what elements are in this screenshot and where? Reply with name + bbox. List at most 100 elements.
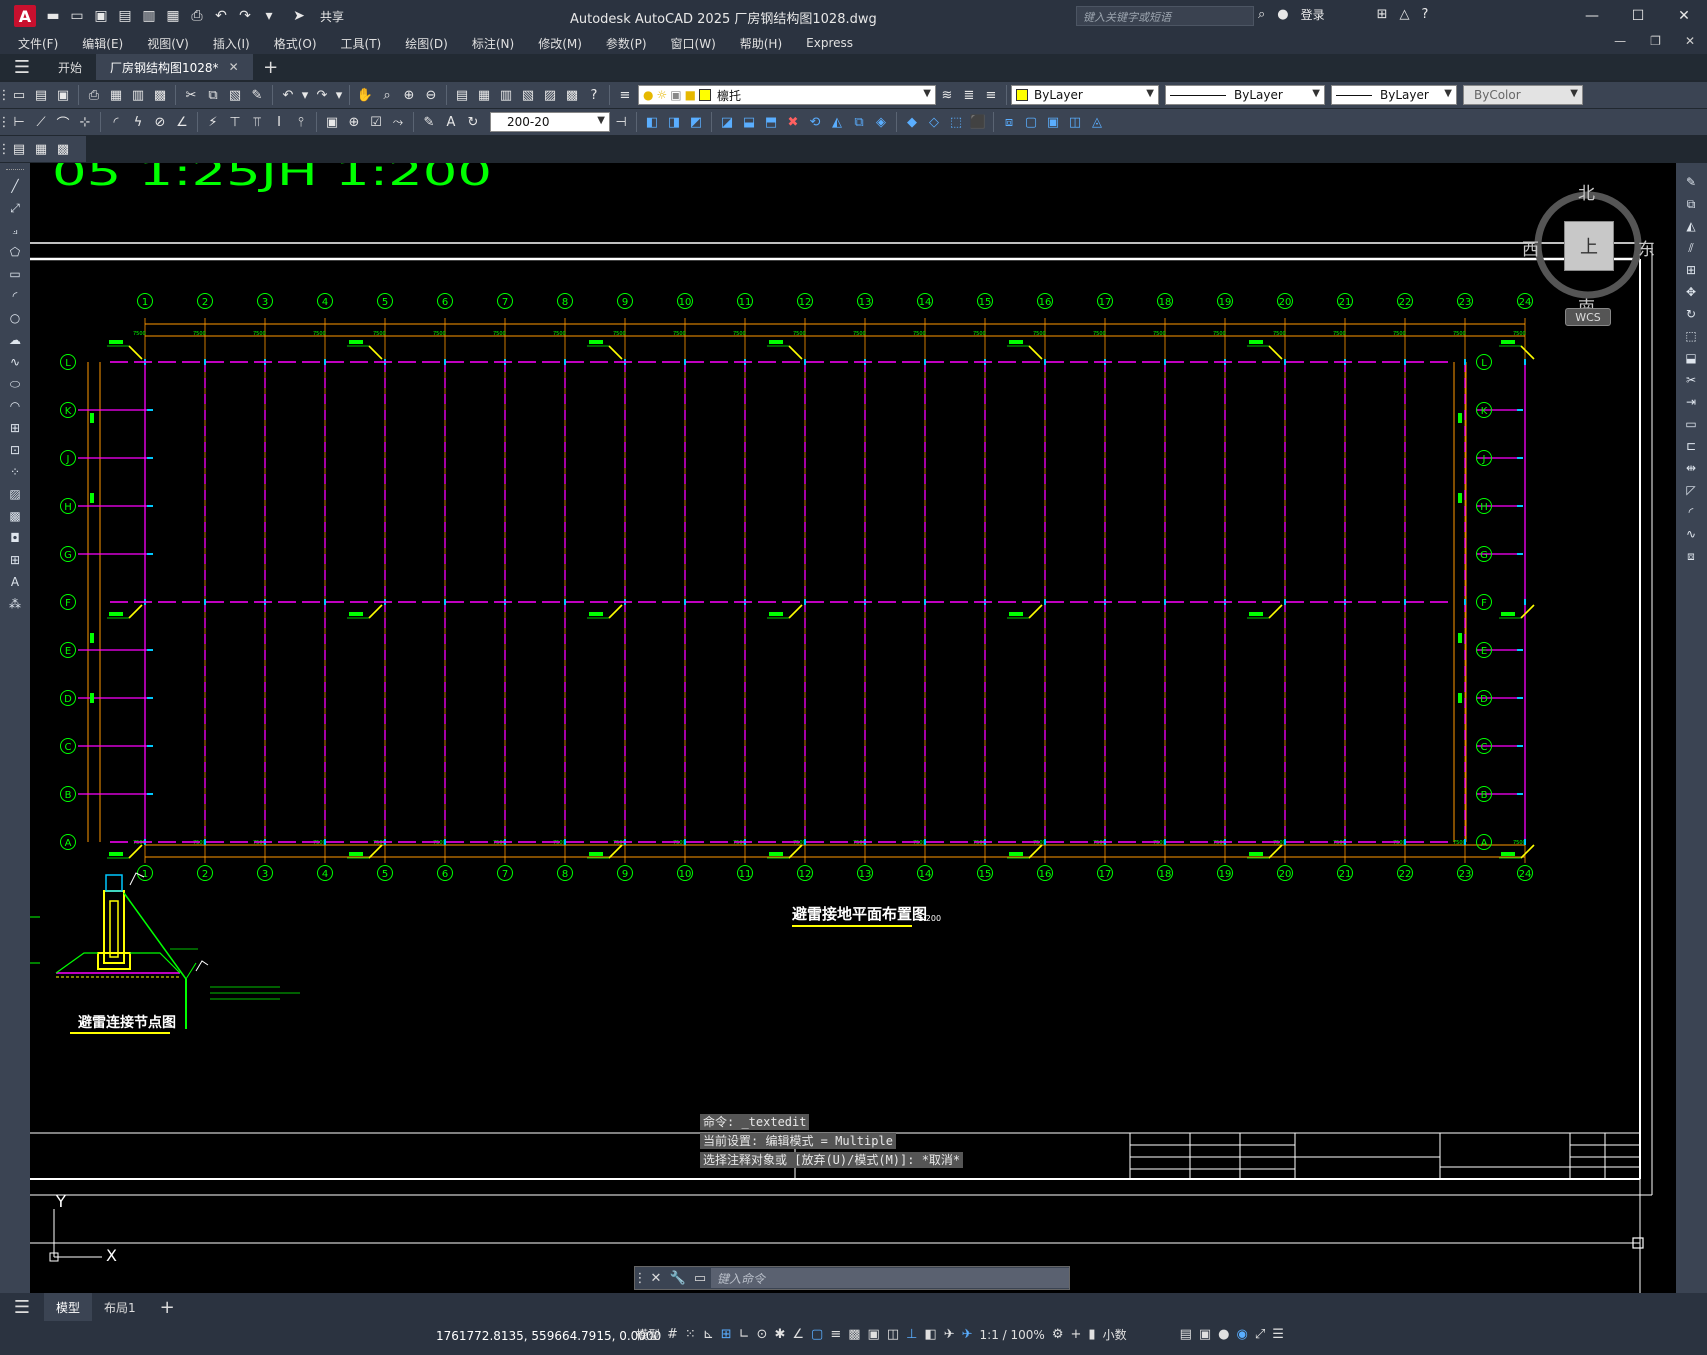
tab-document[interactable]: 厂房钢结构图1028* ✕: [96, 54, 253, 80]
ortho-icon[interactable]: ∟: [739, 1327, 750, 1342]
insert-block-icon[interactable]: ▦: [31, 139, 51, 159]
circle-icon[interactable]: ○: [6, 309, 24, 327]
doc-minimize-button[interactable]: —: [1614, 34, 1626, 48]
clean-icon[interactable]: ⬛: [968, 112, 988, 132]
layer-previous-icon[interactable]: ≣: [959, 85, 979, 105]
selection-cycling-icon[interactable]: ▣: [868, 1327, 880, 1342]
revcloud-icon[interactable]: ☁: [6, 331, 24, 349]
maximize-button[interactable]: ☐: [1615, 0, 1661, 32]
move-icon[interactable]: ✥: [1682, 283, 1700, 301]
copy-icon[interactable]: ⧉: [1682, 195, 1700, 213]
trim-icon[interactable]: ✂: [1682, 371, 1700, 389]
taper-faces-icon[interactable]: ◭: [827, 112, 847, 132]
minimize-button[interactable]: —: [1569, 0, 1615, 32]
construction-line-icon[interactable]: ⤢: [6, 199, 24, 217]
dynamic-input-icon[interactable]: ⊞: [721, 1327, 732, 1342]
rectangle-icon[interactable]: ▭: [6, 265, 24, 283]
workspace-gear-icon[interactable]: ⚙: [1052, 1327, 1064, 1342]
menu-file[interactable]: 文件(F): [18, 35, 58, 52]
dim-edit-icon[interactable]: ✎: [419, 112, 439, 132]
chamfer-icon[interactable]: ◸: [1682, 481, 1700, 499]
command-input[interactable]: 键入命令: [711, 1268, 1069, 1288]
angular-icon[interactable]: ∠: [172, 112, 192, 132]
copy-icon[interactable]: ⧉: [203, 85, 223, 105]
hardware-acceleration-icon[interactable]: ◉: [1237, 1327, 1248, 1342]
rotate-faces-icon[interactable]: ⟲: [805, 112, 825, 132]
3d-print-icon[interactable]: ▩: [150, 85, 170, 105]
layer-states-icon[interactable]: ≡: [981, 85, 1001, 105]
print-icon[interactable]: ⎙: [188, 7, 206, 25]
block-editor-icon[interactable]: ▤: [9, 139, 29, 159]
radius-icon[interactable]: ◜: [106, 112, 126, 132]
customize-icon[interactable]: ▾: [260, 7, 278, 25]
app-logo-button[interactable]: A: [14, 5, 36, 27]
isolate-icon[interactable]: ●: [1218, 1327, 1229, 1342]
attribute-icon[interactable]: ▩: [53, 139, 73, 159]
units-icon[interactable]: ▮: [1088, 1327, 1095, 1342]
doc-close-button[interactable]: ✕: [1685, 34, 1695, 48]
ucs-dynamic-icon[interactable]: ⊥: [906, 1327, 917, 1342]
help-icon[interactable]: ?: [1422, 7, 1429, 22]
ellipse-arc-icon[interactable]: ◠: [6, 397, 24, 415]
insert-block-icon[interactable]: ⊞: [6, 419, 24, 437]
save-as-icon[interactable]: ▤: [116, 7, 134, 25]
spline-icon[interactable]: ∿: [6, 353, 24, 371]
delete-faces-icon[interactable]: ✖: [783, 112, 803, 132]
polygon-icon[interactable]: ⬠: [6, 243, 24, 261]
annotation-monitor-icon[interactable]: +: [1071, 1327, 1082, 1342]
web-open-icon[interactable]: ▥: [140, 7, 158, 25]
save-icon[interactable]: ▣: [53, 85, 73, 105]
line-icon[interactable]: ╱: [6, 177, 24, 195]
separate-icon[interactable]: ⧈: [999, 112, 1019, 132]
grip-handle[interactable]: [6, 169, 24, 171]
menu-modify[interactable]: 修改(M): [538, 35, 582, 52]
menu-tools[interactable]: 工具(T): [341, 35, 382, 52]
center-mark-icon[interactable]: ⊕: [344, 112, 364, 132]
cad-drawing[interactable]: 05 1:25JH 1:200 750075001175007500227500…: [30, 163, 1676, 1293]
preview-icon[interactable]: ▦: [106, 85, 126, 105]
shell-icon[interactable]: ▢: [1021, 112, 1041, 132]
copy-faces-icon[interactable]: ⧉: [849, 112, 869, 132]
zoom-window-icon[interactable]: ⊕: [399, 85, 419, 105]
point-icon[interactable]: ⁘: [6, 463, 24, 481]
layout-menu-icon[interactable]: ☰: [0, 1293, 44, 1321]
undo-dropdown-icon[interactable]: ▾: [300, 85, 310, 105]
ordinate-icon[interactable]: ⊹: [75, 112, 95, 132]
layer-dropdown[interactable]: ● ☼ ▣ ■ 檩托 ▼: [638, 85, 936, 105]
zoom-previous-icon[interactable]: ⊖: [421, 85, 441, 105]
autodesk-icon[interactable]: △: [1400, 7, 1410, 22]
transparency-icon[interactable]: ▩: [848, 1327, 860, 1342]
region-icon[interactable]: ◘: [6, 529, 24, 547]
aligned-dim-icon[interactable]: ⟋: [31, 112, 51, 132]
polyline-icon[interactable]: ⟓: [6, 221, 24, 239]
wcs-menu[interactable]: WCS: [1565, 308, 1611, 326]
table-icon[interactable]: ⊞: [6, 551, 24, 569]
dim-style-manager-icon[interactable]: ⊣: [611, 112, 631, 132]
menu-express[interactable]: Express: [806, 36, 853, 50]
auto-scale-icon[interactable]: ✈: [962, 1327, 973, 1342]
help-icon[interactable]: ?: [584, 85, 604, 105]
add-layout-button[interactable]: +: [148, 1293, 187, 1321]
inspection-icon[interactable]: ☑: [366, 112, 386, 132]
jogged-linear-icon[interactable]: ⤳: [388, 112, 408, 132]
menu-edit[interactable]: 编辑(E): [82, 35, 123, 52]
solid-subtract-icon[interactable]: ◨: [664, 112, 684, 132]
diameter-icon[interactable]: ⊘: [150, 112, 170, 132]
join-icon[interactable]: ⇹: [1682, 459, 1700, 477]
solid-intersect-icon[interactable]: ◩: [686, 112, 706, 132]
properties-icon[interactable]: ▤: [452, 85, 472, 105]
snap-icon[interactable]: ⁙: [685, 1327, 696, 1342]
cut-icon[interactable]: ✂: [181, 85, 201, 105]
3d-osnap-icon[interactable]: ◫: [887, 1327, 899, 1342]
viewcube-north[interactable]: 北: [1578, 179, 1595, 204]
make-current-layer-icon[interactable]: ≋: [937, 85, 957, 105]
offset-icon[interactable]: ⫽: [1682, 239, 1700, 257]
jogged-icon[interactable]: ϟ: [128, 112, 148, 132]
slice-icon[interactable]: ◬: [1087, 112, 1107, 132]
continue-icon[interactable]: ⫪: [247, 112, 267, 132]
new-tab-button[interactable]: +: [253, 54, 289, 80]
clean-screen-icon[interactable]: ⤢: [1255, 1327, 1265, 1342]
layer-properties-icon[interactable]: ≡: [615, 85, 635, 105]
linear-dim-icon[interactable]: ⊢: [9, 112, 29, 132]
menu-view[interactable]: 视图(V): [147, 35, 189, 52]
